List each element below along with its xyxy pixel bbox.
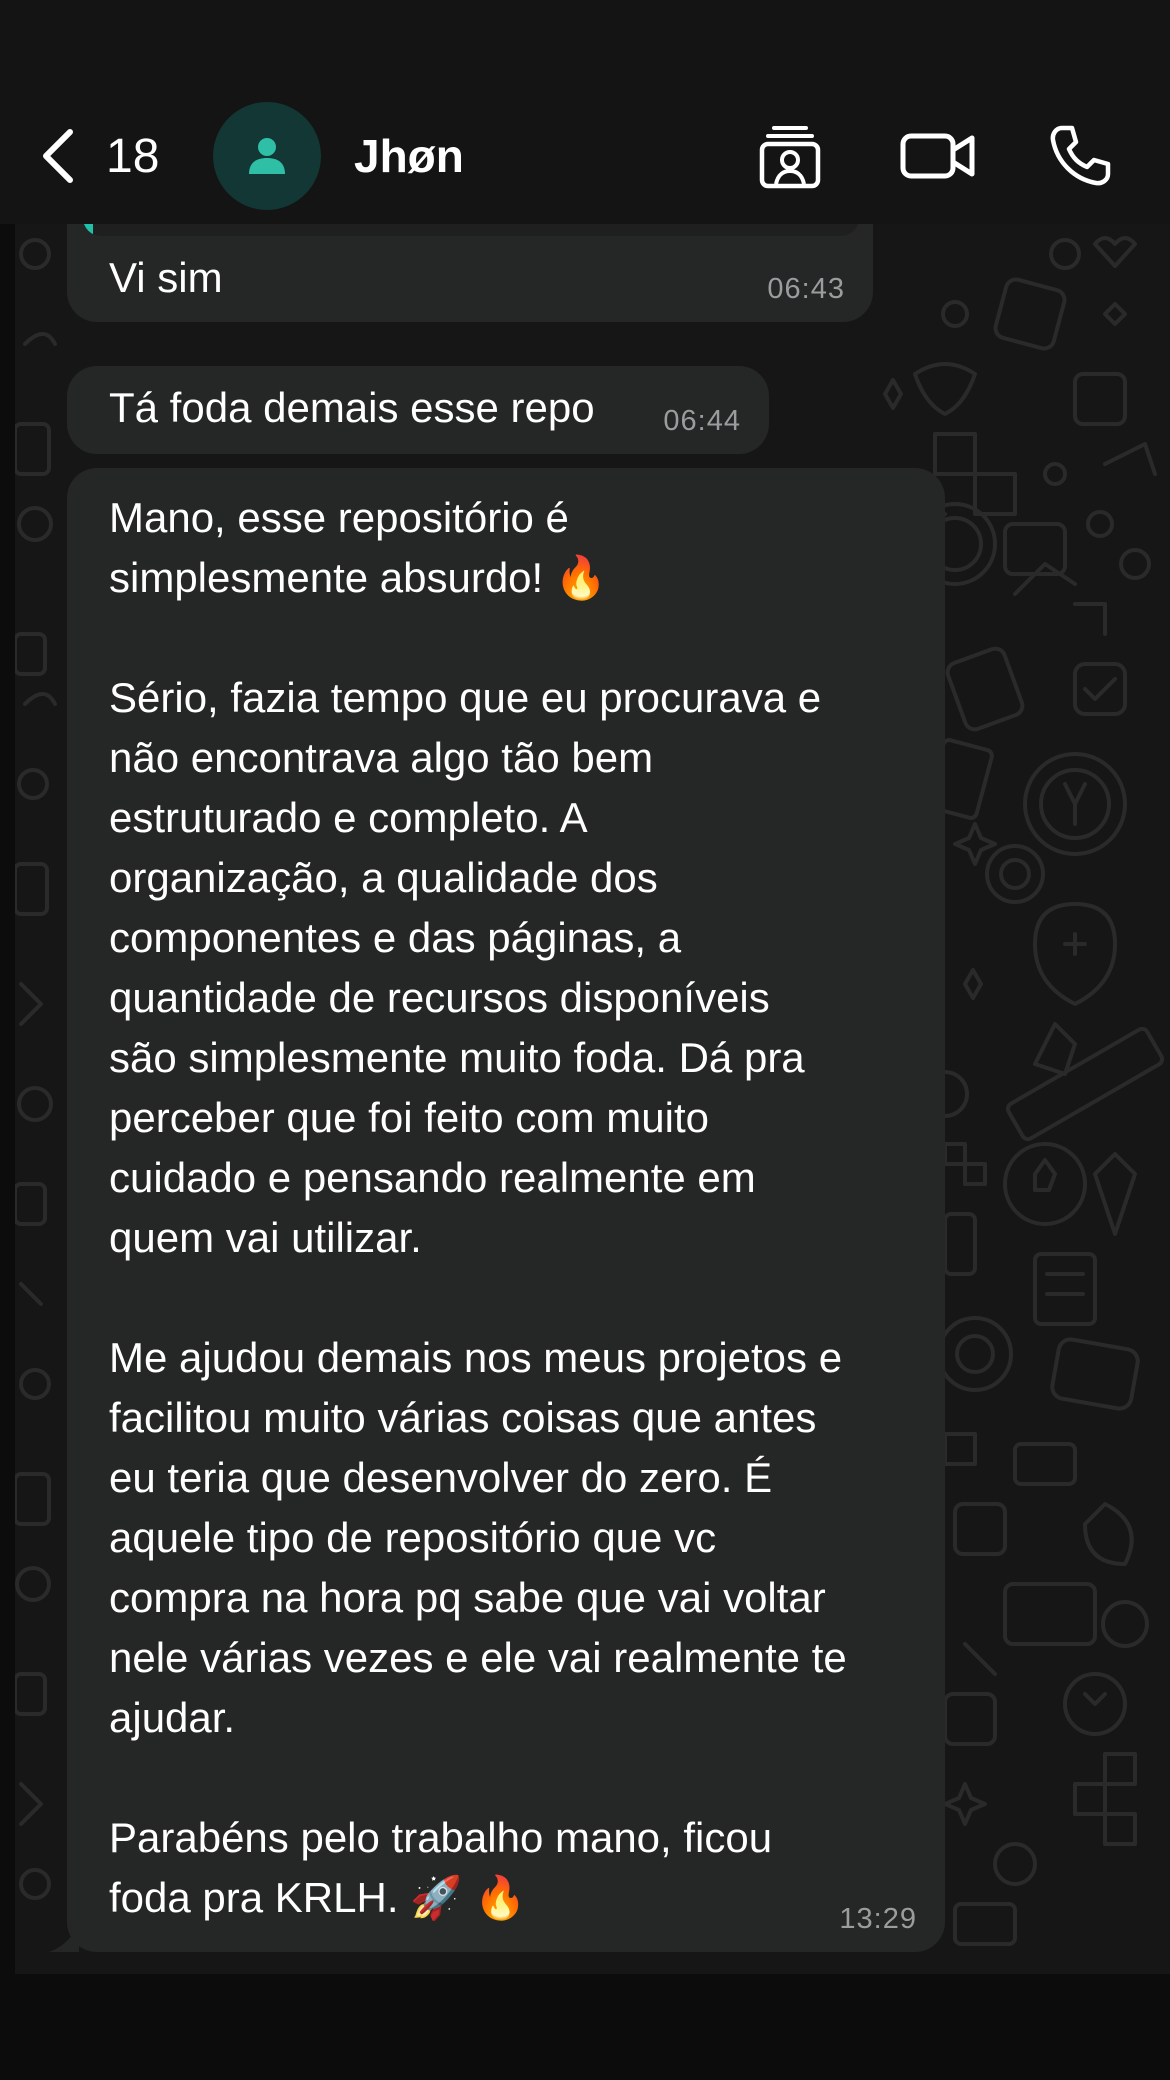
quote-accent-bar [83, 224, 93, 236]
person-avatar-icon [249, 138, 285, 174]
message-list[interactable]: Vi sim 06:43 Tá foda demais esse repo 06… [15, 224, 1170, 1974]
message-bubble[interactable]: Vi sim 06:43 [67, 224, 873, 322]
message-time: 06:44 [663, 405, 741, 437]
quoted-message[interactable] [83, 224, 859, 236]
message-text: Vi sim [109, 254, 223, 301]
video-call-icon[interactable] [900, 122, 976, 190]
chevron-left-icon[interactable] [36, 128, 84, 184]
contact-card-icon[interactable] [756, 122, 824, 190]
message-time: 13:29 [839, 1903, 917, 1935]
message-text: Mano, esse repositório é simplesmente ab… [109, 494, 847, 1921]
chat-header: 18 Jhøn [0, 0, 1170, 224]
contact-name[interactable]: Jhøn [354, 128, 464, 184]
message-bubble[interactable]: Mano, esse repositório é simplesmente ab… [49, 468, 945, 1952]
unread-count[interactable]: 18 [106, 130, 159, 184]
message-bubble[interactable]: Tá foda demais esse repo 06:44 [67, 366, 769, 454]
avatar[interactable] [213, 102, 321, 210]
phone-icon[interactable] [1046, 122, 1114, 190]
message-text: Tá foda demais esse repo [109, 384, 595, 431]
bubble-tail-icon [49, 1922, 79, 1952]
chat-screen: 18 Jhøn Vi sim 06:43 Tá foda demais esse… [0, 0, 1170, 2080]
message-time: 06:43 [767, 273, 845, 305]
